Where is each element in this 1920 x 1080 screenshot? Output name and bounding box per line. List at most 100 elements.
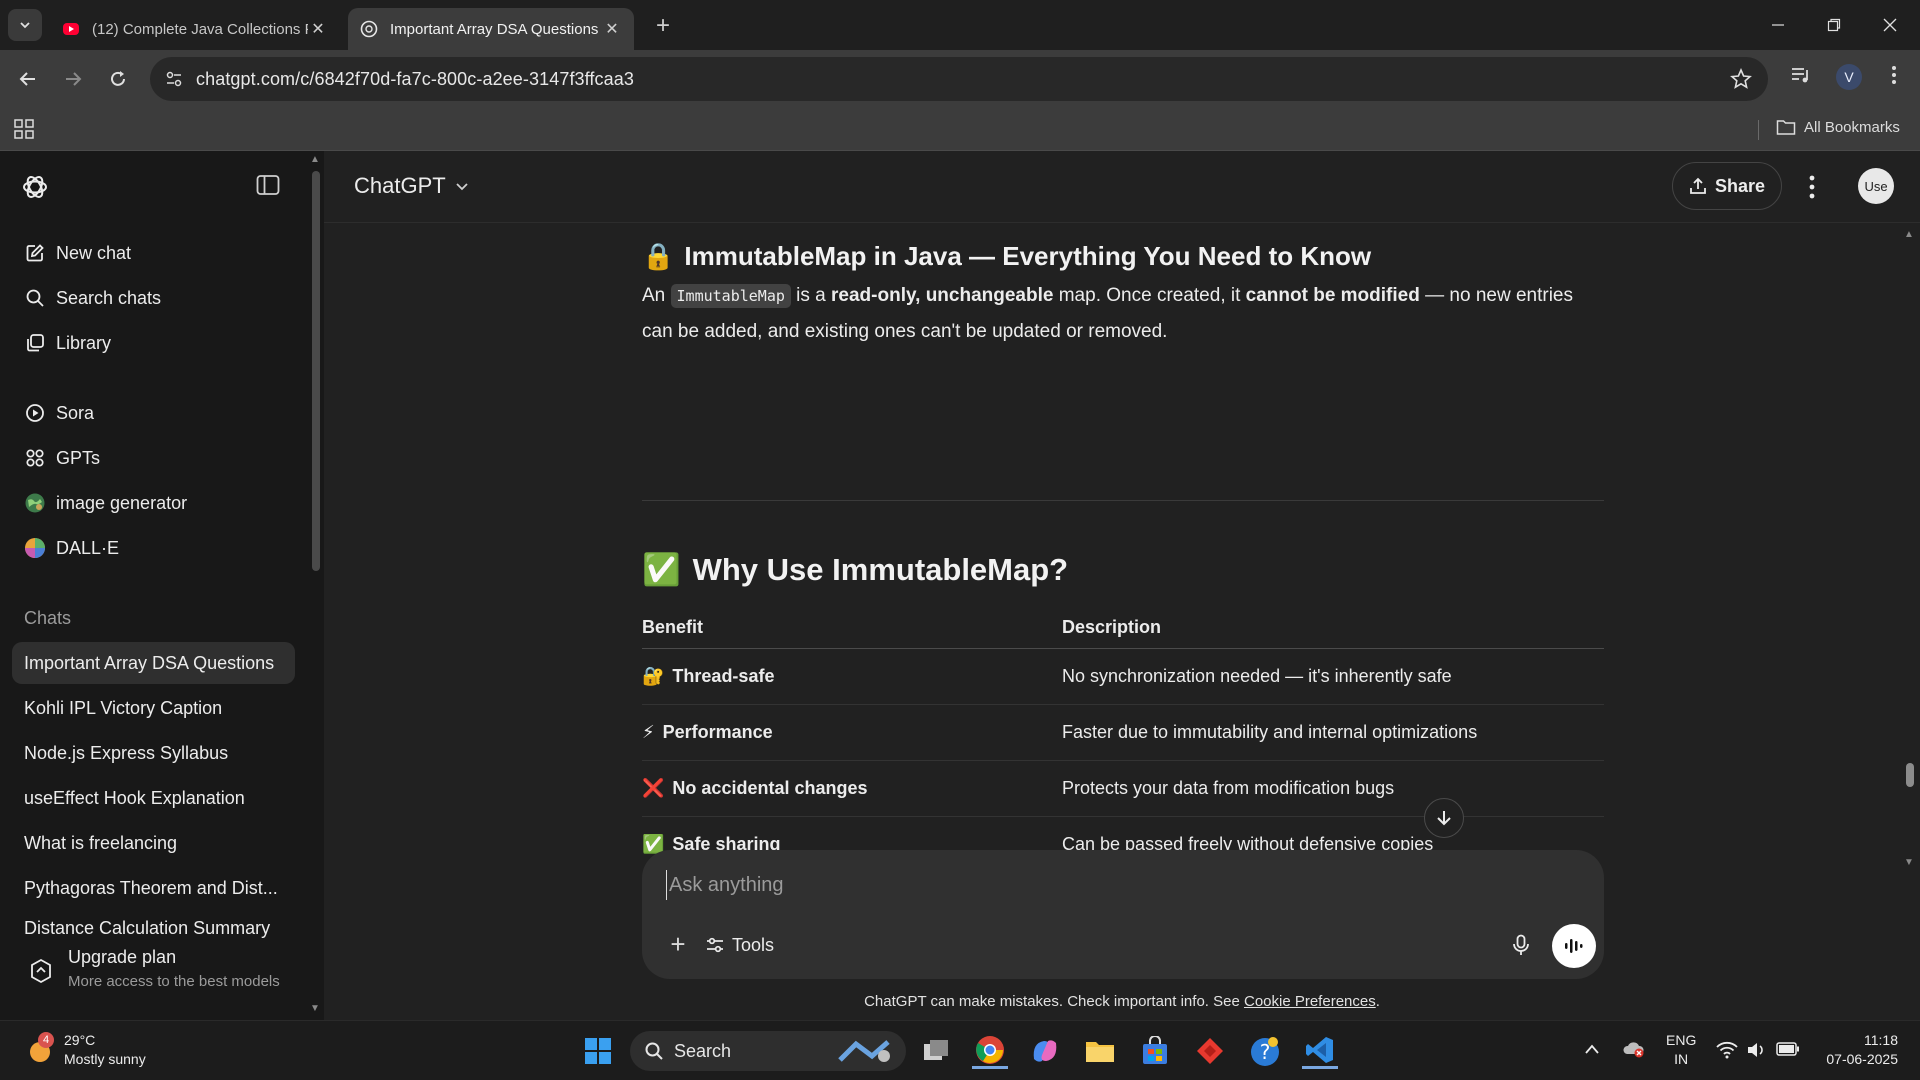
- minimize-button[interactable]: [1758, 10, 1798, 40]
- inline-code: ImmutableMap: [670, 284, 791, 308]
- reload-button[interactable]: [103, 64, 133, 94]
- sidebar-scrollbar[interactable]: [312, 171, 320, 571]
- lightning-icon: ⚡: [642, 721, 655, 742]
- share-button[interactable]: Share: [1672, 162, 1782, 210]
- apps-grid-icon[interactable]: [14, 119, 34, 139]
- battery-icon[interactable]: [1776, 1042, 1800, 1056]
- address-bar[interactable]: chatgpt.com/c/6842f70d-fa7c-800c-a2ee-31…: [150, 57, 1768, 101]
- language-code: ENG: [1666, 1032, 1697, 1048]
- chat-item[interactable]: Distance Calculation Summary: [12, 912, 295, 942]
- file-explorer-button[interactable]: [1082, 1033, 1118, 1069]
- bookmark-star-icon[interactable]: [1730, 68, 1752, 90]
- all-bookmarks-button[interactable]: All Bookmarks: [1776, 118, 1900, 136]
- voice-waveform-icon: [1565, 939, 1583, 953]
- volume-icon[interactable]: [1746, 1041, 1768, 1059]
- cookie-preferences-link[interactable]: Cookie Preferences: [1244, 993, 1376, 1010]
- chats-heading: Chats: [24, 608, 72, 628]
- voice-mode-button[interactable]: [1552, 924, 1596, 968]
- sidebar-item-library[interactable]: Library: [12, 323, 294, 363]
- prompt-input[interactable]: [666, 870, 1566, 900]
- windows-taskbar: 4 29°C Mostly sunny Search ? ENG IN 11:1…: [0, 1020, 1920, 1080]
- library-icon: [24, 332, 46, 354]
- dictate-button[interactable]: [1504, 928, 1538, 962]
- language-indicator[interactable]: ENG IN: [1666, 1031, 1696, 1069]
- store-button[interactable]: [1137, 1033, 1173, 1069]
- chat-item[interactable]: Kohli IPL Victory Caption: [12, 687, 295, 729]
- forward-button[interactable]: [58, 64, 88, 94]
- chevron-up-icon[interactable]: [1584, 1043, 1600, 1055]
- windows-logo-icon: [585, 1038, 611, 1064]
- tab-youtube[interactable]: (12) Complete Java Collections F ✕: [50, 8, 340, 50]
- edit-icon: [24, 242, 46, 264]
- help-app-button[interactable]: ?: [1247, 1033, 1283, 1069]
- scroll-up-arrow[interactable]: ▲: [1904, 229, 1914, 240]
- browser-toolbar: chatgpt.com/c/6842f70d-fa7c-800c-a2ee-31…: [0, 50, 1920, 108]
- plus-icon: +: [670, 928, 686, 959]
- vscode-button[interactable]: [1302, 1033, 1338, 1069]
- text-segment: map. Once created, it: [1053, 285, 1246, 306]
- tab-chatgpt[interactable]: Important Array DSA Questions ✕: [348, 8, 634, 50]
- close-icon[interactable]: ✕: [602, 19, 622, 39]
- upgrade-plan-button[interactable]: Upgrade plan More access to the best mod…: [0, 941, 310, 1020]
- model-selector[interactable]: ChatGPT: [354, 173, 470, 199]
- table-cell: 🔐 Thread-safe: [642, 648, 1062, 705]
- avatar[interactable]: Use: [1858, 168, 1894, 204]
- close-icon[interactable]: ✕: [308, 19, 328, 39]
- sidebar-item-dalle[interactable]: DALL·E: [12, 528, 294, 568]
- sidebar-toggle-icon[interactable]: [256, 174, 280, 196]
- composer: + Tools: [642, 850, 1604, 979]
- sidebar-item-search-chats[interactable]: Search chats: [12, 278, 294, 318]
- site-settings-icon[interactable]: [164, 69, 184, 89]
- close-window-button[interactable]: [1870, 10, 1910, 40]
- more-vertical-icon[interactable]: [1802, 173, 1822, 201]
- weather-widget[interactable]: 4 29°C Mostly sunny: [24, 1031, 146, 1069]
- wifi-icon[interactable]: [1716, 1041, 1738, 1059]
- vscode-icon: [1306, 1036, 1333, 1063]
- media-controls-icon[interactable]: [1790, 64, 1812, 86]
- attach-button[interactable]: +: [660, 926, 696, 962]
- back-button[interactable]: [13, 64, 43, 94]
- chat-item[interactable]: What is freelancing: [12, 822, 295, 864]
- chrome-taskbar-button[interactable]: [972, 1033, 1008, 1069]
- chat-item[interactable]: Node.js Express Syllabus: [12, 732, 295, 774]
- tools-button[interactable]: Tools: [706, 928, 774, 962]
- system-clock[interactable]: 11:18 07-06-2025: [1816, 1031, 1898, 1069]
- new-tab-button[interactable]: +: [650, 12, 676, 39]
- openai-icon: [360, 20, 378, 38]
- sidebar-item-image-generator[interactable]: image generator: [12, 483, 294, 523]
- sidebar-item-new-chat[interactable]: New chat: [12, 233, 294, 273]
- table-cell: ❌ No accidental changes: [642, 760, 1062, 817]
- benefit-text: Performance: [662, 721, 773, 742]
- chat-item[interactable]: Pythagoras Theorem and Dist...: [12, 867, 295, 909]
- sidebar-scroll-up-arrow[interactable]: ▲: [310, 154, 320, 165]
- tab-search-button[interactable]: [8, 9, 42, 41]
- main-scrollbar-thumb[interactable]: [1906, 763, 1914, 787]
- start-button[interactable]: [580, 1033, 616, 1069]
- chatgpt-logo-icon[interactable]: [20, 172, 50, 202]
- main-panel: ChatGPT Share Use 🔒 ImmutableMap in Java…: [324, 151, 1920, 1020]
- taskbar-search[interactable]: Search: [630, 1031, 906, 1071]
- heading-text: Why Use ImmutableMap?: [692, 551, 1069, 587]
- chat-item[interactable]: useEffect Hook Explanation: [12, 777, 295, 819]
- sidebar-item-gpts[interactable]: GPTs: [12, 438, 294, 478]
- restore-button[interactable]: [1814, 10, 1854, 40]
- profile-button[interactable]: V: [1836, 64, 1862, 90]
- table-row: ⚡ Performance Faster due to immutability …: [642, 704, 1604, 761]
- lock-icon: 🔒: [642, 241, 675, 271]
- chat-item[interactable]: Important Array DSA Questions: [12, 642, 295, 684]
- scroll-down-arrow[interactable]: ▼: [1904, 857, 1914, 868]
- play-circle-icon: [24, 402, 46, 424]
- upgrade-subtitle: More access to the best models: [68, 973, 280, 990]
- cross-icon: ❌: [642, 777, 665, 798]
- copilot-button[interactable]: [1027, 1033, 1063, 1069]
- task-view-button[interactable]: [918, 1033, 954, 1069]
- sidebar-scroll-down-arrow[interactable]: ▼: [310, 1003, 320, 1014]
- cloud-sync-icon[interactable]: [1622, 1039, 1646, 1059]
- arrow-right-icon: [66, 72, 82, 86]
- scroll-to-bottom-button[interactable]: [1424, 798, 1464, 838]
- sidebar-item-label: DALL·E: [56, 537, 120, 558]
- sidebar: New chat Search chats Library Sora GPTs …: [0, 151, 324, 1020]
- more-vertical-icon[interactable]: [1884, 64, 1904, 86]
- anydesk-button[interactable]: [1192, 1033, 1228, 1069]
- sidebar-item-sora[interactable]: Sora: [12, 393, 294, 433]
